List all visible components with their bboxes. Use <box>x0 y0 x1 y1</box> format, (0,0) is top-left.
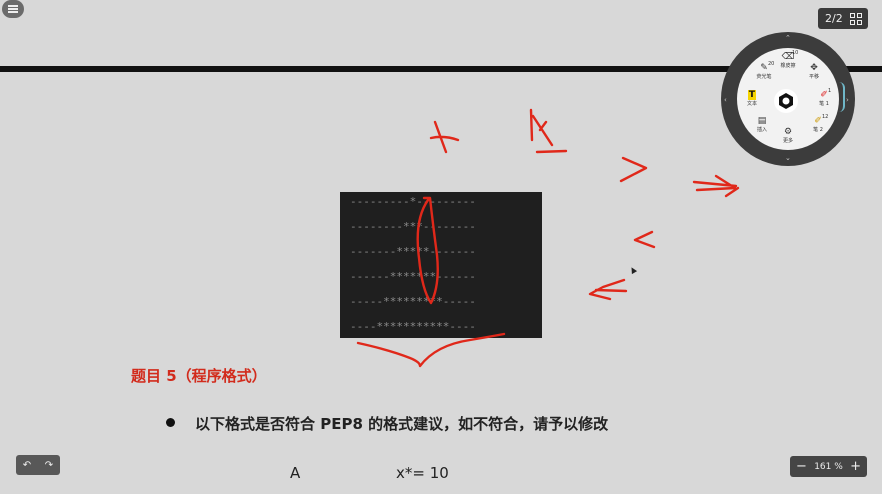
text-icon: T <box>748 90 756 100</box>
tool-highlighter[interactable]: ✎ 20 荧光笔 <box>752 61 776 80</box>
pen-icon: ✐ <box>820 90 828 100</box>
ink-stroke <box>633 230 656 249</box>
zoom-in-button[interactable]: + <box>850 459 861 474</box>
undo-redo-group: ↶ ↷ <box>16 455 60 475</box>
tool-insert[interactable]: ▤ 插入 <box>750 116 774 133</box>
redo-icon[interactable]: ↷ <box>45 460 53 471</box>
tool-eraser[interactable]: ⌫ 10 橡皮擦 <box>776 50 800 69</box>
arrow-left-icon[interactable]: ‹ <box>724 96 727 104</box>
ink-stroke <box>356 332 506 368</box>
move-icon: ✥ <box>810 63 818 73</box>
zoom-out-button[interactable]: − <box>796 459 807 474</box>
sliders-icon: ⚙ <box>783 127 793 137</box>
ink-stroke <box>619 156 648 183</box>
arrow-right-icon[interactable]: › <box>846 96 849 104</box>
arrow-down-icon[interactable]: ⌄ <box>785 154 791 162</box>
zoom-level: 161 % <box>814 461 843 472</box>
tool-pen-2[interactable]: ✐ 12 笔 2 <box>806 114 830 133</box>
ink-stroke <box>588 278 628 301</box>
tool-text[interactable]: T 文本 <box>740 90 764 107</box>
ink-stroke <box>529 108 568 154</box>
undo-icon[interactable]: ↶ <box>23 460 31 471</box>
zoom-control: − 161 % + <box>790 456 867 477</box>
wheel-accent-arc <box>839 82 845 112</box>
ink-stroke <box>416 196 439 305</box>
insert-file-icon: ▤ <box>757 116 767 126</box>
ink-stroke <box>429 120 460 154</box>
hexagon-gear-icon[interactable] <box>774 89 798 113</box>
tool-move[interactable]: ✥ 平移 <box>802 63 826 80</box>
ink-stroke <box>692 174 740 198</box>
arrow-up-icon[interactable]: ⌃ <box>785 34 791 42</box>
tool-more[interactable]: ⚙ 更多 <box>776 127 800 144</box>
tool-pen-1[interactable]: ✐ 1 笔 1 <box>812 88 836 107</box>
